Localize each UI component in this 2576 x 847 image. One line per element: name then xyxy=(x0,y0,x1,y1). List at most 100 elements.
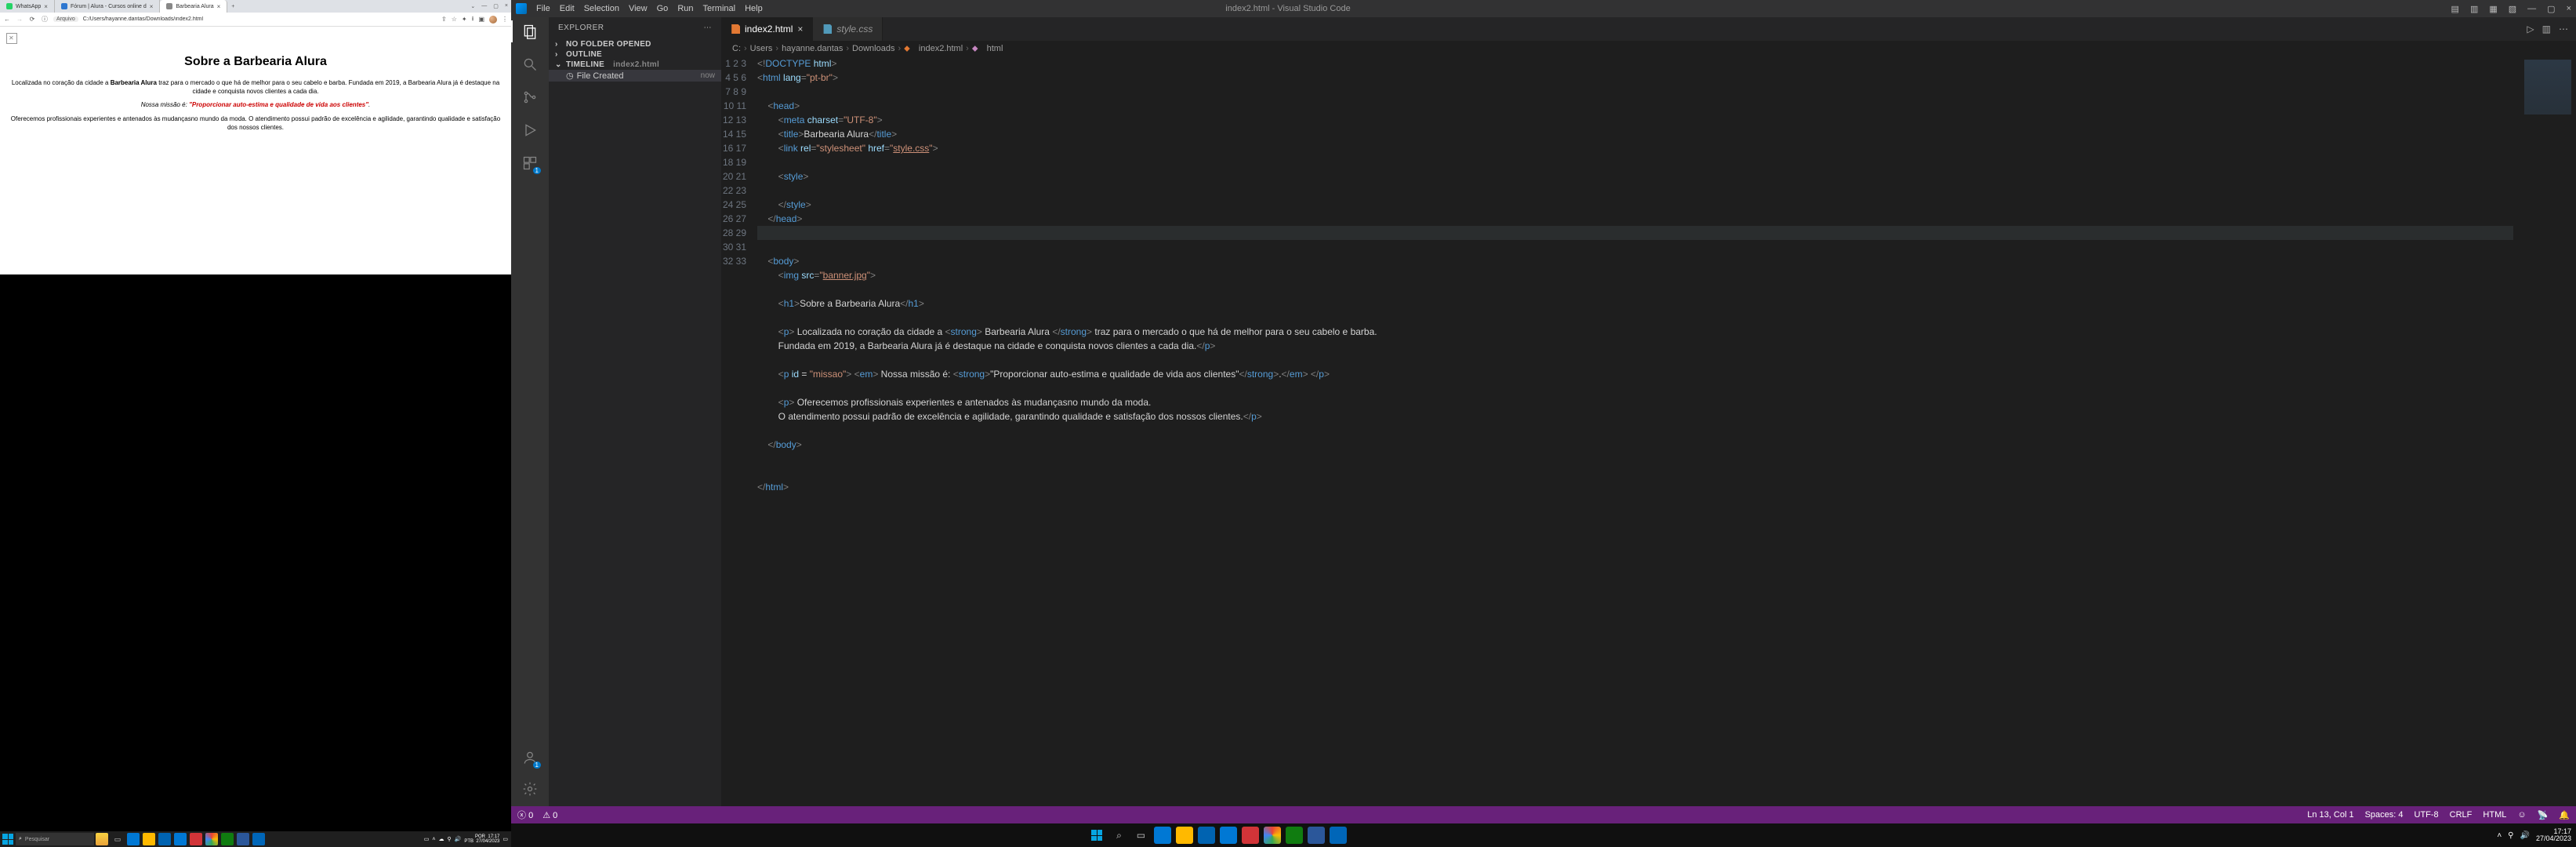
code-lines[interactable]: <!DOCTYPE html> <html lang="pt-br"> <hea… xyxy=(757,56,2513,806)
menu-terminal[interactable]: Terminal xyxy=(703,4,736,13)
run-icon[interactable]: ▷ xyxy=(2527,24,2534,35)
word-icon[interactable] xyxy=(1308,827,1325,844)
chevron-up-icon[interactable]: ˄ xyxy=(2497,831,2502,840)
cloud-icon[interactable]: ☁ xyxy=(438,836,444,842)
menu-view[interactable]: View xyxy=(629,4,648,13)
search-icon[interactable]: ⌕ xyxy=(1110,827,1127,844)
status-language[interactable]: HTML xyxy=(2483,810,2506,820)
taskbar-search[interactable]: ⌕ Pesquisar xyxy=(16,833,94,845)
mail-icon[interactable] xyxy=(174,833,187,845)
bell-icon[interactable]: 🔔 xyxy=(2559,810,2570,820)
status-spaces[interactable]: Spaces: 4 xyxy=(2365,810,2404,820)
taskbar-clock[interactable]: 17:17 27/04/2023 xyxy=(2536,828,2571,842)
section-no-folder[interactable]: ›NO FOLDER OPENED xyxy=(549,39,721,49)
menu-run[interactable]: Run xyxy=(677,4,693,13)
mail-icon[interactable] xyxy=(1220,827,1237,844)
menu-icon[interactable]: ⋮ xyxy=(502,16,508,23)
run-debug-icon[interactable] xyxy=(521,121,539,140)
chrome-icon[interactable] xyxy=(1264,827,1281,844)
store-icon[interactable] xyxy=(1198,827,1215,844)
extensions-icon[interactable]: 1 xyxy=(521,154,539,173)
minimize-icon[interactable]: — xyxy=(481,3,487,9)
explorer-icon[interactable] xyxy=(143,833,155,845)
layout-icon[interactable]: ▤ xyxy=(2451,4,2459,14)
status-eol[interactable]: CRLF xyxy=(2450,810,2473,820)
account-icon[interactable]: 1 xyxy=(521,748,539,767)
volume-icon[interactable]: 🔊 xyxy=(455,836,462,842)
status-ln[interactable]: Ln 13, Col 1 xyxy=(2307,810,2353,820)
download-icon[interactable]: ⭳ xyxy=(472,14,474,25)
task-view-icon[interactable]: ▭ xyxy=(1132,827,1149,844)
start-button[interactable] xyxy=(1088,827,1105,844)
edge-icon[interactable] xyxy=(127,833,140,845)
layout-icon[interactable]: ▦ xyxy=(2489,4,2497,14)
taskbar-clock[interactable]: POR 17:17 PTB 27/04/2023 xyxy=(464,834,499,844)
split-icon[interactable]: ▥ xyxy=(2542,24,2551,35)
layout-icon[interactable]: ▥ xyxy=(2470,4,2478,14)
wifi-icon[interactable]: ⚲ xyxy=(447,836,451,842)
url-text[interactable]: C:/Users/hayanne.dantas/Downloads/index2… xyxy=(83,16,437,22)
new-tab-button[interactable]: + xyxy=(227,4,238,9)
excel-icon[interactable] xyxy=(221,833,234,845)
chevron-down-icon[interactable]: ⌄ xyxy=(470,3,475,9)
vscode-icon[interactable] xyxy=(252,833,265,845)
source-control-icon[interactable] xyxy=(521,88,539,107)
chevron-up-icon[interactable]: ˄ xyxy=(432,837,435,842)
menu-file[interactable]: File xyxy=(536,4,550,13)
more-icon[interactable]: ⋯ xyxy=(704,24,713,32)
search-icon[interactable] xyxy=(521,55,539,74)
gear-icon[interactable] xyxy=(521,780,539,798)
edge-icon[interactable] xyxy=(1154,827,1171,844)
minimap[interactable] xyxy=(2513,56,2576,806)
start-button[interactable] xyxy=(2,834,13,845)
feedback-icon[interactable]: ☺ xyxy=(2517,810,2526,820)
vscode-icon[interactable] xyxy=(1330,827,1347,844)
close-icon[interactable]: × xyxy=(797,24,803,35)
maximize-icon[interactable]: ▢ xyxy=(2547,4,2555,14)
code-editor[interactable]: 1 2 3 4 5 6 7 8 9 10 11 12 13 14 15 16 1… xyxy=(721,56,2576,806)
chrome-icon[interactable] xyxy=(205,833,218,845)
broadcast-icon[interactable]: 📡 xyxy=(2538,810,2549,820)
sidepanel-icon[interactable]: ▣ xyxy=(478,16,484,23)
store-icon[interactable] xyxy=(158,833,171,845)
menu-edit[interactable]: Edit xyxy=(560,4,575,13)
app-icon[interactable] xyxy=(190,833,202,845)
word-icon[interactable] xyxy=(237,833,249,845)
errors-icon[interactable]: ⓧ 0 xyxy=(517,809,533,821)
menu-help[interactable]: Help xyxy=(745,4,763,13)
browser-tab-whatsapp[interactable]: WhatsApp × xyxy=(0,0,55,13)
close-icon[interactable]: × xyxy=(505,3,508,9)
close-icon[interactable]: × xyxy=(2567,4,2571,14)
avatar[interactable] xyxy=(489,16,497,24)
app-icon[interactable] xyxy=(1242,827,1259,844)
editor-tab-style[interactable]: style.css xyxy=(813,17,883,41)
browser-tab-alura[interactable]: Fórum | Alura - Cursos online d × xyxy=(55,0,160,13)
editor-tab-index2[interactable]: index2.html × xyxy=(721,17,813,41)
wifi-icon[interactable]: ⚲ xyxy=(2508,831,2513,840)
taskbar-widget-icon[interactable] xyxy=(96,833,108,845)
section-timeline[interactable]: ⌄TIMELINE index2.html xyxy=(549,60,721,70)
timeline-item[interactable]: ◷ File Created now xyxy=(549,70,721,82)
explorer-icon[interactable] xyxy=(1176,827,1193,844)
task-view-icon[interactable]: ▭ xyxy=(111,833,124,845)
reload-icon[interactable]: ⟳ xyxy=(28,16,36,23)
menu-selection[interactable]: Selection xyxy=(584,4,619,13)
extensions-icon[interactable]: ✦ xyxy=(462,16,467,23)
explorer-icon[interactable] xyxy=(521,22,539,41)
browser-tab-barbearia[interactable]: Barbearia Alura × xyxy=(160,0,227,13)
back-icon[interactable]: ← xyxy=(3,16,11,23)
minimize-icon[interactable]: — xyxy=(2527,4,2536,14)
warnings-icon[interactable]: ⚠ 0 xyxy=(542,810,557,820)
menu-go[interactable]: Go xyxy=(657,4,669,13)
maximize-icon[interactable]: ▢ xyxy=(493,3,499,9)
more-icon[interactable]: ⋯ xyxy=(2559,24,2568,35)
forward-icon[interactable]: → xyxy=(16,16,24,23)
star-icon[interactable]: ☆ xyxy=(452,16,457,23)
share-icon[interactable]: ⇪ xyxy=(441,16,447,23)
layout-icon[interactable]: ▧ xyxy=(2509,4,2516,14)
notifications-icon[interactable]: ▭ xyxy=(503,836,508,842)
excel-icon[interactable] xyxy=(1286,827,1303,844)
close-icon[interactable]: × xyxy=(217,3,221,10)
status-encoding[interactable]: UTF-8 xyxy=(2415,810,2439,820)
ime-icon[interactable]: ▭ xyxy=(424,836,430,842)
